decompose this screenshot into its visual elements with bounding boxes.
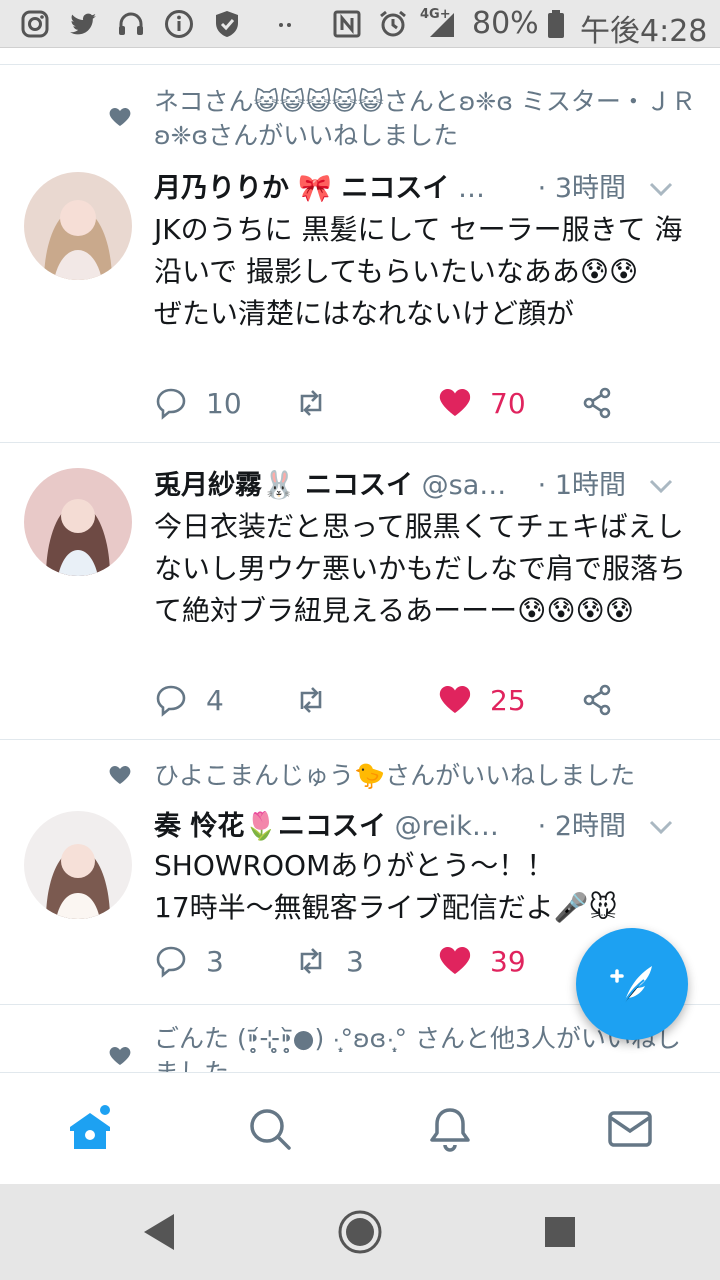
signal-4g-icon [430, 13, 454, 37]
like-count: 70 [490, 386, 526, 420]
system-navigation-bar [0, 1184, 720, 1280]
bottom-tab-bar [0, 1072, 720, 1184]
recents-icon[interactable] [536, 1208, 584, 1256]
heart-small-icon [109, 766, 131, 784]
heart-small-icon [109, 108, 131, 126]
home-circle-icon[interactable] [336, 1208, 384, 1256]
reply-icon [156, 946, 186, 978]
search-icon[interactable] [246, 1105, 294, 1153]
tweet-text[interactable]: JKのうちに 黒髪にして セーラー服きて 海沿いで 撮影してもらいたいなああ😰😰… [154, 209, 698, 335]
tweet-text[interactable]: SHOWROOMありがとう〜！！ 17時半〜無観客ライブ配信だよ🎤🐭 [154, 845, 698, 929]
timeline-feed[interactable]: ネコさん😺😺😺😺😺さんとʚ❈ɞ ミスター・ＪＲ ʚ❈ɞさんがいいねしました 月乃… [0, 48, 720, 1072]
headset-icon [119, 12, 143, 35]
info-icon [165, 10, 193, 38]
tweet-text[interactable]: 今日衣装だと思って服黒くてチェキばえしないし男ウケ悪いかもだしなで肩で服落ちて絶… [154, 506, 698, 632]
retweet-button[interactable] [294, 678, 346, 722]
like-button[interactable]: 25 [438, 678, 526, 722]
notifications-bell-icon[interactable] [426, 1105, 474, 1153]
chevron-down-icon[interactable] [648, 179, 674, 199]
like-count: 25 [490, 683, 526, 717]
tweet-time: · 3時間 [531, 169, 626, 209]
display-name[interactable]: 奏 怜花🌷ニコスイ [154, 811, 386, 842]
tweet-header[interactable]: 奏 怜花🌷ニコスイ @reik… · 2時間 [154, 807, 700, 847]
retweet-count: 3 [346, 944, 364, 978]
share-icon [583, 684, 611, 716]
reply-count: 4 [206, 683, 224, 717]
twitter-icon [70, 13, 96, 35]
retweet-button[interactable]: 3 [294, 939, 364, 983]
tweet-header[interactable]: 月乃りりか 🎀 ニコスイ … · 3時間 [154, 169, 700, 209]
reply-button[interactable]: 3 [154, 939, 224, 983]
clock: 午後4:28 [580, 14, 708, 49]
social-context[interactable]: ひよこまんじゅう🐤さんがいいねしました [154, 759, 700, 793]
social-context[interactable]: ネコさん😺😺😺😺😺さんとʚ❈ɞ ミスター・ＪＲ ʚ❈ɞさんがいいねしました [154, 85, 700, 153]
display-name[interactable]: 月乃りりか 🎀 ニコスイ [154, 173, 449, 204]
shield-icon [216, 11, 238, 37]
share-icon [583, 387, 611, 419]
heart-filled-icon [439, 389, 471, 416]
tweet[interactable]: 兎月紗霧🐰 ニコスイ @sa… · 1時間 今日衣装だと思って服黒くてチェキばえ… [0, 444, 720, 740]
share-button[interactable] [580, 678, 632, 722]
compose-feather-icon [610, 966, 652, 1007]
retweet-icon [300, 687, 322, 713]
battery-percent: 80% [472, 6, 539, 41]
dots-icon [279, 23, 291, 27]
reply-count: 10 [206, 386, 242, 420]
tweet-header[interactable]: 兎月紗霧🐰 ニコスイ @sa… · 1時間 [154, 466, 700, 506]
home-icon[interactable] [66, 1105, 114, 1153]
reply-button[interactable]: 10 [154, 381, 242, 425]
status-bar: 4G+ 80% 午後4:28 [0, 0, 720, 49]
reply-button[interactable]: 4 [154, 678, 224, 722]
like-button[interactable]: 70 [438, 381, 526, 425]
nfc-icon [333, 10, 361, 38]
heart-filled-icon [439, 947, 471, 974]
handle[interactable]: @sa… [422, 470, 507, 501]
like-button[interactable]: 39 [438, 939, 526, 983]
reply-icon [156, 685, 186, 717]
tweet[interactable]: ネコさん😺😺😺😺😺さんとʚ❈ɞ ミスター・ＪＲ ʚ❈ɞさんがいいねしました 月乃… [0, 65, 720, 443]
share-button[interactable] [580, 381, 632, 425]
battery-icon [548, 10, 564, 38]
avatar[interactable] [24, 811, 132, 919]
like-count: 39 [490, 944, 526, 978]
chevron-down-icon[interactable] [648, 817, 674, 837]
chevron-down-icon[interactable] [648, 476, 674, 496]
back-icon[interactable] [136, 1208, 184, 1256]
tweet-actions: 10 70 [154, 381, 700, 425]
tweet-time: · 2時間 [531, 807, 626, 847]
instagram-icon [21, 10, 49, 38]
tweet-time: · 1時間 [531, 466, 626, 506]
compose-tweet-button[interactable] [576, 928, 688, 1040]
reply-count: 3 [206, 944, 224, 978]
retweet-icon [300, 390, 322, 416]
heart-filled-icon [439, 686, 471, 713]
messages-envelope-icon[interactable] [606, 1105, 654, 1153]
retweet-button[interactable] [294, 381, 346, 425]
handle[interactable]: … [458, 173, 485, 204]
handle[interactable]: @reik… [395, 811, 499, 842]
alarm-icon [380, 10, 406, 37]
avatar[interactable] [24, 468, 132, 576]
reply-icon [156, 388, 186, 420]
display-name[interactable]: 兎月紗霧🐰 ニコスイ [154, 470, 413, 501]
retweet-icon [300, 948, 322, 974]
tweet-actions: 4 25 [154, 678, 700, 722]
heart-small-icon [109, 1047, 131, 1065]
avatar[interactable] [24, 172, 132, 280]
